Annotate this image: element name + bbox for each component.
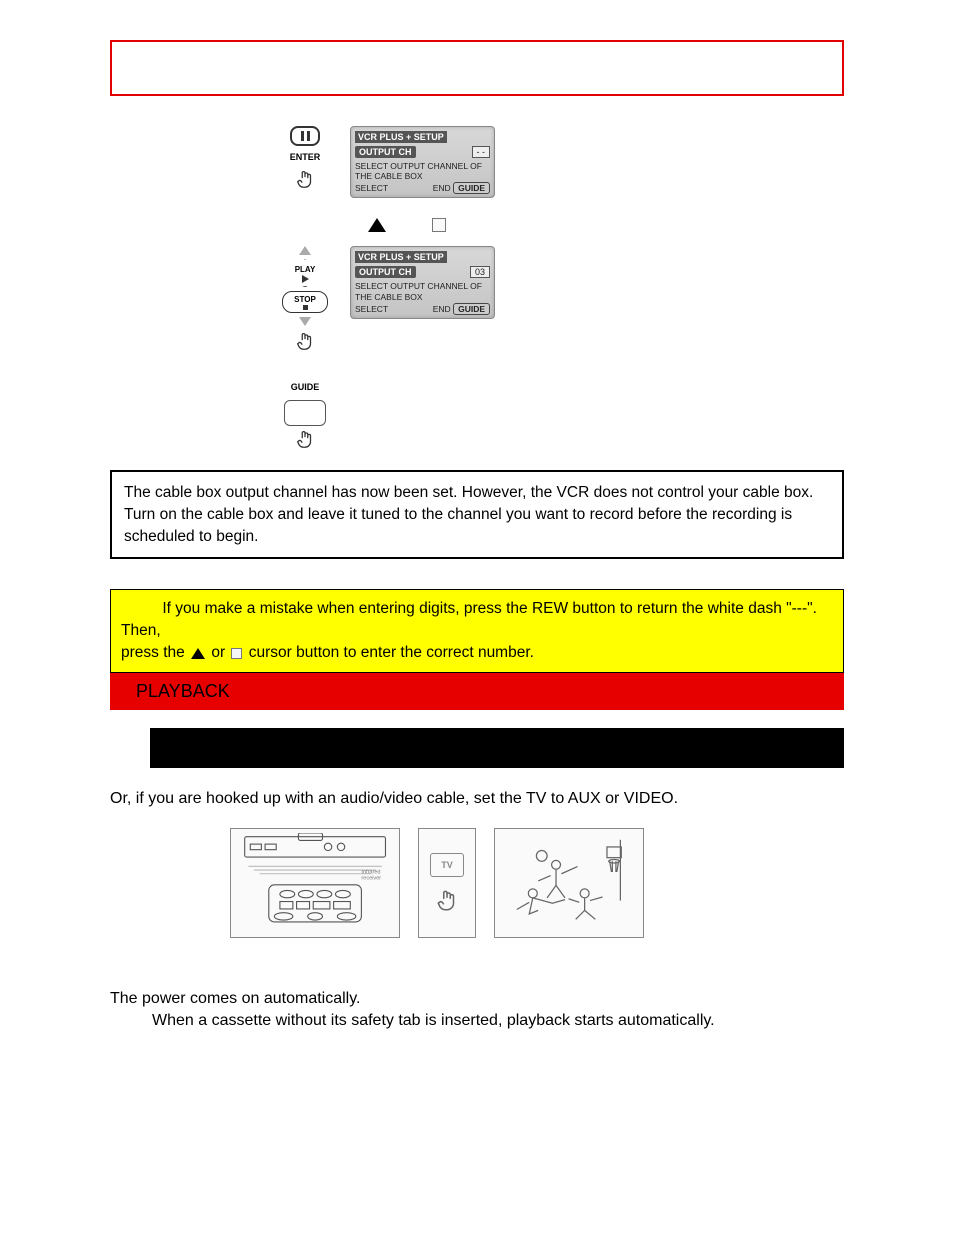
osd1-output-value: - -: [472, 146, 491, 158]
press-hand-icon: [434, 887, 460, 913]
stop-button[interactable]: STOP: [282, 291, 328, 313]
note-line2c: cursor button to enter the correct numbe…: [244, 644, 533, 661]
osd1-title: VCR PLUS + SETUP: [355, 131, 447, 143]
osd2-end: END: [433, 304, 451, 314]
stop-icon: [303, 305, 308, 310]
playback-body-text: Or, if you are hooked up with an audio/v…: [110, 788, 844, 810]
cursor-icons-row: [368, 218, 844, 232]
press-hand-icon: [294, 168, 316, 190]
basketball-illustration: [494, 828, 644, 938]
info-box: The cable box output channel has now bee…: [110, 470, 844, 559]
vcr-illustration: Infrared receiver: [230, 828, 400, 938]
stop-cursor-icon: [432, 218, 446, 232]
press-hand-icon: [294, 330, 316, 352]
illustrations-row: Infrared receiver TV: [230, 828, 844, 938]
red-top-frame: [110, 40, 844, 96]
info-box-text: The cable box output channel has now bee…: [124, 484, 813, 544]
nav-down-icon: [299, 317, 311, 326]
black-bar: [150, 728, 844, 768]
osd1-select: SELECT: [355, 183, 388, 193]
up-cursor-icon: [368, 218, 386, 232]
osd-screen-2: VCR PLUS + SETUP OUTPUT CH 03 SELECT OUT…: [350, 246, 495, 318]
tv-box: TV: [430, 853, 464, 877]
nav-up-icon: [299, 246, 311, 255]
osd1-instructions: SELECT OUTPUT CHANNEL OF THE CABLE BOX: [355, 161, 490, 181]
basketball-drawing: [506, 838, 631, 927]
closing-line2: When a cassette without its safety tab i…: [152, 1010, 844, 1032]
guide-button[interactable]: [284, 400, 326, 426]
guide-label: GUIDE: [291, 382, 320, 392]
osd2-guide-btn: GUIDE: [453, 303, 490, 315]
stop-cursor-inline-icon: [231, 648, 242, 659]
stop-label: STOP: [294, 295, 316, 304]
tv-label: TV: [441, 860, 453, 870]
step-guide-row: GUIDE: [260, 382, 844, 450]
note-line1: If you make a mistake when entering digi…: [121, 600, 817, 639]
enter-label: ENTER: [290, 152, 321, 162]
up-cursor-inline-icon: [191, 648, 205, 659]
closing-line1: The power comes on automatically.: [110, 988, 844, 1010]
osd2-output-label: OUTPUT CH: [355, 266, 416, 278]
note-line2b: or: [207, 644, 229, 661]
tv-illustration: TV: [418, 828, 476, 938]
play-icon: [302, 275, 309, 283]
osd1-end: END: [433, 183, 451, 193]
osd-screen-1: VCR PLUS + SETUP OUTPUT CH - - SELECT OU…: [350, 126, 495, 198]
osd2-title: VCR PLUS + SETUP: [355, 251, 447, 263]
osd1-output-label: OUTPUT CH: [355, 146, 416, 158]
osd1-guide-btn: GUIDE: [453, 182, 490, 194]
play-button[interactable]: PLAY: [276, 259, 334, 287]
step-play-stop-row: PLAY STOP VCR PLUS + SETUP OUTPUT CH 03 …: [260, 246, 844, 352]
pause-icon: [301, 131, 310, 141]
osd2-output-value: 03: [470, 266, 490, 278]
step-enter-row: ENTER VCR PLUS + SETUP OUTPUT CH - - SEL…: [260, 126, 844, 198]
vcr-drawing: Infrared receiver: [241, 833, 389, 926]
note-box: Note: If you make a mistake when enterin…: [110, 589, 844, 672]
osd2-instructions: SELECT OUTPUT CHANNEL OF THE CABLE BOX: [355, 281, 490, 301]
svg-text:receiver: receiver: [361, 875, 381, 881]
play-label: PLAY: [295, 265, 316, 274]
note-line2a: press the: [121, 644, 189, 661]
press-hand-icon: [294, 428, 316, 450]
playback-section-title: PLAYBACK: [110, 673, 844, 710]
osd2-select: SELECT: [355, 304, 388, 314]
enter-pause-button[interactable]: [290, 126, 320, 146]
